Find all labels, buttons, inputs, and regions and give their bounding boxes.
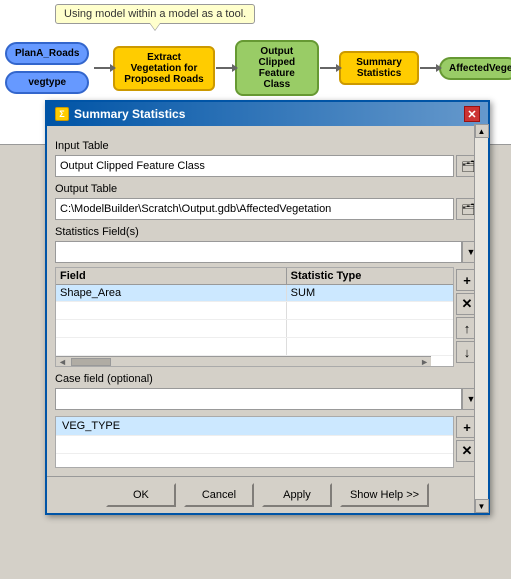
summary-statistics-dialog: Σ Summary Statistics ✕ Input Table Outpu…	[45, 100, 490, 515]
table-row-empty-3	[56, 338, 453, 356]
dialog-scrollbar: ▲ ▼	[474, 124, 488, 513]
table-row-empty-2	[56, 320, 453, 338]
veg-type-value: VEG_TYPE	[62, 420, 120, 432]
plana-roads-node[interactable]: PlanA_Roads	[5, 42, 89, 65]
input-table-dropdown[interactable]: Output Clipped Feature Class	[55, 155, 454, 177]
cancel-button[interactable]: Cancel	[184, 483, 254, 507]
field-value: Shape_Area	[56, 285, 287, 301]
input-nodes: PlanA_Roads vegtype	[5, 42, 89, 94]
table-row-empty-1	[56, 302, 453, 320]
show-help-button[interactable]: Show Help >>	[340, 483, 429, 507]
arrow-4	[420, 67, 438, 69]
case-field-section: Case field (optional) ▼ VEG_TYPE	[55, 373, 480, 468]
input-table-label: Input Table	[55, 140, 480, 152]
field-header: Field	[56, 268, 287, 284]
extract-node[interactable]: Extract Vegetation for Proposed Roads	[113, 46, 214, 91]
vegtype-node[interactable]: vegtype	[5, 71, 89, 94]
apply-button[interactable]: Apply	[262, 483, 332, 507]
callout-tooltip: Using model within a model as a tool.	[55, 4, 255, 24]
title-left: Σ Summary Statistics	[55, 107, 185, 121]
scroll-left-arrow[interactable]: ◄	[56, 357, 69, 367]
arrow-3	[320, 67, 338, 69]
folder-icon-2: 🗂	[461, 203, 475, 216]
output-clipped-node[interactable]: Output Clipped Feature Class	[235, 40, 319, 96]
case-field-label: Case field (optional)	[55, 373, 480, 385]
summary-stats-node[interactable]: Summary Statistics	[339, 51, 419, 85]
app-window: Using model within a model as a tool. Pl…	[0, 0, 511, 579]
table-header: Field Statistic Type	[56, 268, 453, 285]
case-field-table-section: VEG_TYPE + ✕	[55, 414, 480, 468]
output-table-label: Output Table	[55, 183, 480, 195]
dialog-body: Input Table Output Clipped Feature Class…	[47, 126, 488, 476]
stattype-value: SUM	[287, 285, 453, 301]
veg-type-row[interactable]: VEG_TYPE	[56, 417, 453, 436]
case-field-input[interactable]	[55, 388, 462, 410]
flow-diagram: PlanA_Roads vegtype Extract Vegetation f…	[5, 40, 511, 96]
dialog-title: Summary Statistics	[74, 107, 185, 121]
callout-text: Using model within a model as a tool.	[64, 8, 246, 20]
stats-field-input[interactable]	[55, 241, 462, 263]
folder-icon: 🗂	[461, 160, 475, 173]
input-table-row: Output Clipped Feature Class 🗂	[55, 155, 480, 177]
scroll-track[interactable]	[475, 138, 488, 499]
ok-button[interactable]: OK	[106, 483, 176, 507]
stattype-header: Statistic Type	[287, 268, 453, 284]
output-table-row: 🗂	[55, 198, 480, 220]
scroll-thumb-h[interactable]	[71, 358, 111, 366]
table-row[interactable]: Shape_Area SUM	[56, 285, 453, 302]
veg-empty-row	[56, 436, 453, 454]
table-scrollbar-h[interactable]: ◄ ►	[56, 356, 431, 366]
case-field-dropdown-row: ▼	[55, 388, 480, 410]
statistics-fields-label: Statistics Field(s)	[55, 226, 480, 238]
arrow-2	[216, 67, 234, 69]
arrow-1	[94, 67, 112, 69]
scroll-down-arrow[interactable]: ▼	[475, 499, 489, 513]
statistics-table-container: Field Statistic Type Shape_Area SUM	[55, 267, 454, 367]
affected-veg-node[interactable]: AffectedVegetation	[439, 57, 511, 80]
scroll-up-arrow[interactable]: ▲	[475, 124, 489, 138]
stats-field-dropdown-row: ▼	[55, 241, 480, 263]
dialog-footer: OK Cancel Apply Show Help >>	[47, 476, 488, 513]
close-button[interactable]: ✕	[464, 106, 480, 122]
case-field-table: VEG_TYPE	[55, 416, 454, 468]
output-table-input[interactable]	[55, 198, 454, 220]
statistics-table-section: Field Statistic Type Shape_Area SUM	[55, 267, 480, 367]
scroll-right-arrow[interactable]: ►	[418, 357, 431, 367]
dialog-titlebar: Σ Summary Statistics ✕	[47, 102, 488, 126]
dialog-icon: Σ	[55, 107, 69, 121]
